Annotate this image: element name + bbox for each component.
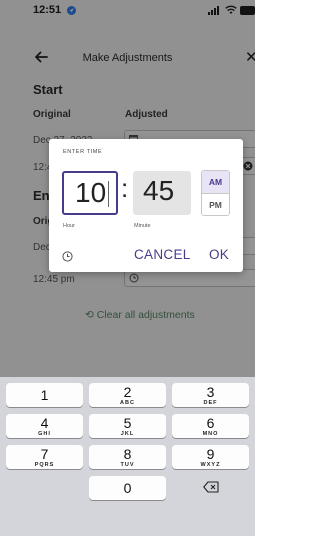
key-digit: 0 — [123, 480, 132, 496]
hour-input[interactable]: 10 — [62, 171, 118, 215]
key-letters: TUV — [120, 462, 135, 468]
key-letters: PQRS — [34, 462, 55, 468]
minute-label: Minute — [134, 223, 151, 229]
time-separator: : — [121, 173, 129, 203]
minute-value: 45 — [143, 175, 175, 206]
key-letters: MNO — [202, 431, 219, 437]
key-digit: 3 — [206, 384, 215, 400]
hour-value: 10 — [75, 177, 107, 208]
key-digit: 2 — [123, 384, 132, 400]
key-digit: 5 — [123, 415, 132, 431]
am-button[interactable]: AM — [202, 171, 229, 194]
key-6[interactable]: 6 MNO — [172, 414, 249, 438]
clock-icon[interactable] — [62, 251, 73, 262]
cancel-button[interactable]: CANCEL — [134, 247, 191, 262]
ok-button[interactable]: OK — [209, 247, 229, 262]
text-caret — [108, 181, 109, 207]
key-9[interactable]: 9 WXYZ — [172, 445, 249, 469]
key-3[interactable]: 3 DEF — [172, 383, 249, 407]
key-digit: 1 — [40, 387, 49, 403]
key-digit: 4 — [40, 415, 49, 431]
key-8[interactable]: 8 TUV — [89, 445, 166, 469]
key-letters: GHI — [38, 431, 51, 437]
key-digit: 6 — [206, 415, 215, 431]
key-digit: 7 — [40, 446, 49, 462]
am-pm-toggle: AM PM — [201, 170, 230, 216]
time-picker-dialog: ENTER TIME 10 : 45 Hour Minute AM PM CAN… — [49, 139, 243, 272]
delete-key[interactable] — [172, 480, 249, 504]
key-5[interactable]: 5 JKL — [89, 414, 166, 438]
dialog-title: ENTER TIME — [63, 149, 103, 155]
phone-screen: 12:51 Make Adjustments ✕ Start Original … — [0, 0, 255, 536]
key-digit: 8 — [123, 446, 132, 462]
key-digit: 9 — [206, 446, 215, 462]
key-letters: JKL — [120, 431, 135, 437]
pm-button[interactable]: PM — [202, 194, 229, 215]
key-1[interactable]: 1 — [6, 383, 83, 407]
key-4[interactable]: 4 GHI — [6, 414, 83, 438]
backspace-icon — [202, 481, 219, 493]
key-0[interactable]: 0 — [89, 476, 166, 500]
key-letters: ABC — [120, 400, 135, 406]
key-letters: WXYZ — [200, 462, 221, 468]
key-2[interactable]: 2 ABC — [89, 383, 166, 407]
numeric-keypad: 1 2 ABC 3 DEF 4 GHI 5 JKL 6 MNO 7 PQRS 8… — [0, 377, 255, 536]
key-letters: DEF — [203, 400, 218, 406]
hour-label: Hour — [63, 223, 75, 229]
minute-input[interactable]: 45 — [133, 171, 191, 215]
key-7[interactable]: 7 PQRS — [6, 445, 83, 469]
